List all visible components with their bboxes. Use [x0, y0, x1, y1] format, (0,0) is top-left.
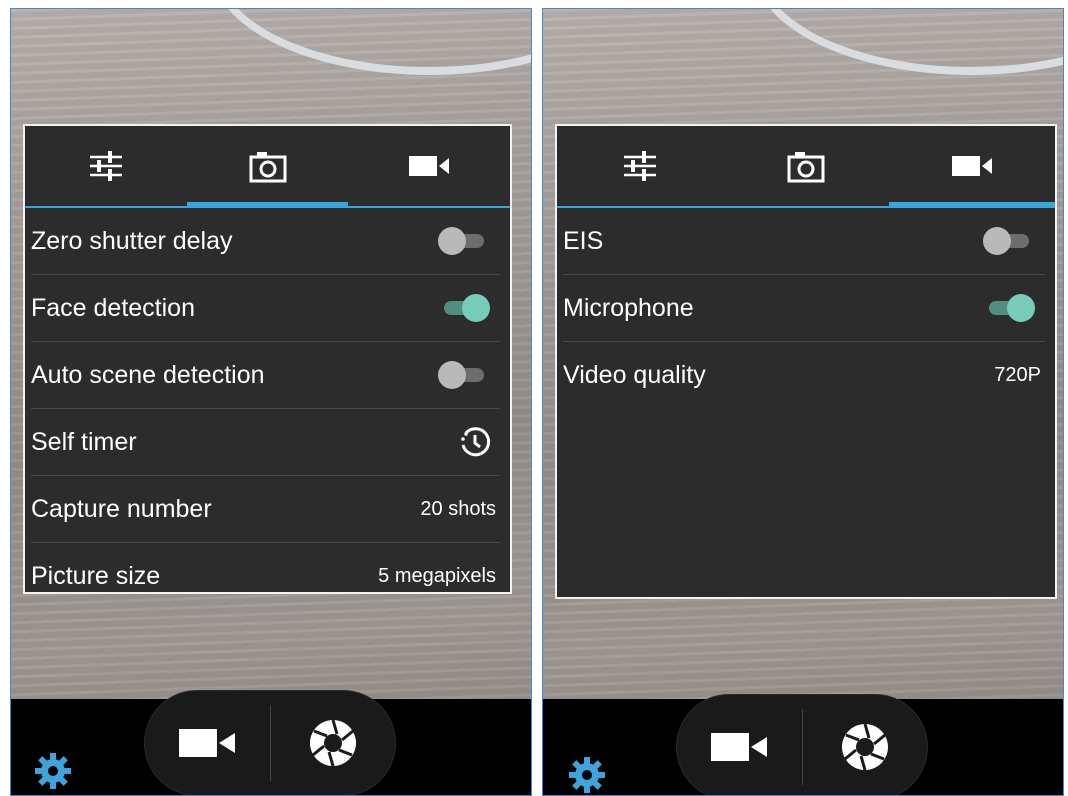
setting-picture-size[interactable]: Picture size 5 megapixels [31, 543, 500, 609]
setting-label: Self timer [31, 427, 137, 456]
video-camera-icon [952, 156, 992, 176]
capture-number-value: 20 shots [420, 497, 496, 520]
camera-screen-photo-settings: Zero shutter delay Face detection Auto s… [10, 8, 532, 796]
setting-label: Face detection [31, 293, 195, 322]
setting-label: Auto scene detection [31, 360, 265, 389]
mode-shutter-pill [145, 691, 395, 795]
settings-list: EIS Microphone Video quality 720P [557, 208, 1055, 408]
settings-panel: Zero shutter delay Face detection Auto s… [23, 124, 512, 594]
gear-icon[interactable] [33, 751, 73, 791]
setting-face-detection: Face detection [31, 275, 500, 342]
video-quality-value: 720P [994, 363, 1041, 386]
sliders-icon [89, 151, 122, 181]
settings-tabs [557, 126, 1055, 208]
tab-general[interactable] [25, 126, 187, 206]
setting-eis: EIS [563, 208, 1045, 275]
face-detection-toggle[interactable] [438, 294, 490, 322]
setting-label: Zero shutter delay [31, 226, 233, 255]
shutter-icon [309, 719, 356, 767]
tab-general[interactable] [557, 126, 723, 206]
picture-size-value: 5 megapixels [378, 564, 496, 587]
setting-self-timer[interactable]: Self timer [31, 409, 500, 476]
settings-list: Zero shutter delay Face detection Auto s… [25, 208, 510, 609]
shutter-button[interactable] [271, 691, 396, 795]
microphone-toggle[interactable] [983, 294, 1035, 322]
sliders-icon [624, 151, 656, 181]
settings-tabs [25, 126, 510, 208]
zero-shutter-delay-toggle[interactable] [438, 227, 490, 255]
setting-video-quality[interactable]: Video quality 720P [563, 342, 1045, 408]
mode-shutter-pill [677, 695, 928, 795]
setting-label: Picture size [31, 561, 161, 590]
background-cable [753, 9, 1063, 75]
timer-icon[interactable] [458, 425, 492, 459]
setting-label: Capture number [31, 494, 212, 523]
setting-microphone: Microphone [563, 275, 1045, 342]
setting-label: EIS [563, 226, 604, 255]
setting-auto-scene-detection: Auto scene detection [31, 342, 500, 409]
auto-scene-detection-toggle[interactable] [438, 361, 490, 389]
video-mode-button[interactable] [677, 695, 802, 795]
camera-icon [787, 152, 825, 183]
eis-toggle[interactable] [983, 227, 1035, 255]
setting-label: Video quality [563, 360, 706, 389]
gear-icon[interactable] [567, 755, 607, 795]
tab-photo[interactable] [186, 126, 349, 208]
camera-icon [249, 152, 286, 183]
setting-capture-number[interactable]: Capture number 20 shots [31, 476, 500, 543]
video-camera-icon [179, 729, 236, 757]
settings-panel: EIS Microphone Video quality 720P [555, 124, 1057, 599]
video-camera-icon [409, 156, 450, 176]
tab-video[interactable] [348, 126, 510, 206]
tab-photo[interactable] [723, 126, 889, 206]
tab-video[interactable] [889, 126, 1055, 208]
shutter-icon [841, 723, 888, 771]
video-camera-icon [711, 733, 768, 761]
camera-screen-video-settings: EIS Microphone Video quality 720P [542, 8, 1064, 796]
setting-zero-shutter-delay: Zero shutter delay [31, 208, 500, 275]
setting-label: Microphone [563, 293, 694, 322]
shutter-button[interactable] [803, 695, 928, 795]
video-mode-button[interactable] [145, 691, 270, 795]
background-cable [211, 9, 531, 75]
